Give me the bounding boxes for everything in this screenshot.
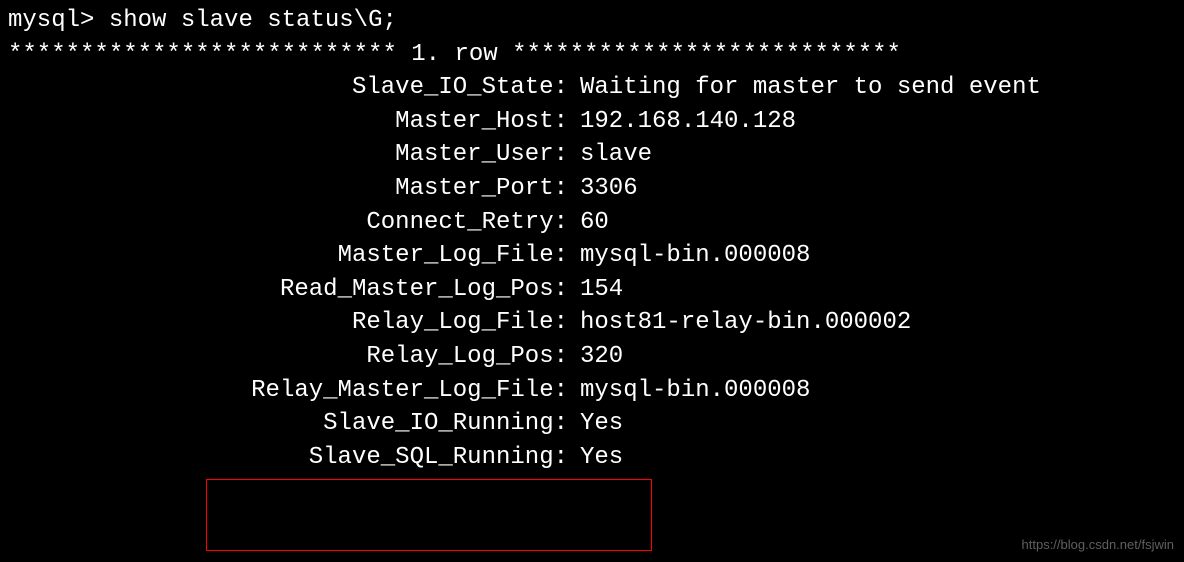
- field-value-slave-io-state: Waiting for master to send event: [568, 71, 1041, 105]
- field-row: Slave_IO_Running: Yes: [8, 407, 1184, 441]
- field-label-connect-retry: Connect_Retry:: [8, 206, 568, 240]
- field-value-master-port: 3306: [568, 172, 638, 206]
- field-value-master-user: slave: [568, 138, 652, 172]
- field-row: Relay_Master_Log_File: mysql-bin.000008: [8, 374, 1184, 408]
- field-value-relay-master-log-file: mysql-bin.000008: [568, 374, 810, 408]
- field-row: Relay_Log_Pos: 320: [8, 340, 1184, 374]
- field-value-master-host: 192.168.140.128: [568, 105, 796, 139]
- field-row: Relay_Log_File: host81-relay-bin.000002: [8, 306, 1184, 340]
- field-value-read-master-log-pos: 154: [568, 273, 623, 307]
- field-row: Read_Master_Log_Pos: 154: [8, 273, 1184, 307]
- field-row: Master_Log_File: mysql-bin.000008: [8, 239, 1184, 273]
- field-label-slave-sql-running: Slave_SQL_Running:: [8, 441, 568, 475]
- field-row: Slave_SQL_Running: Yes: [8, 441, 1184, 475]
- field-row: Master_Port: 3306: [8, 172, 1184, 206]
- field-value-relay-log-pos: 320: [568, 340, 623, 374]
- highlight-rectangle: [206, 479, 652, 551]
- row-number: 1. row: [411, 41, 497, 68]
- row-separator: *************************** 1. row *****…: [8, 38, 1184, 72]
- field-label-master-host: Master_Host:: [8, 105, 568, 139]
- command-text: show slave status\G;: [109, 7, 397, 34]
- prompt-text: mysql>: [8, 7, 109, 34]
- field-label-master-user: Master_User:: [8, 138, 568, 172]
- field-row: Slave_IO_State: Waiting for master to se…: [8, 71, 1184, 105]
- field-value-connect-retry: 60: [568, 206, 609, 240]
- field-label-relay-log-pos: Relay_Log_Pos:: [8, 340, 568, 374]
- field-value-slave-sql-running: Yes: [568, 441, 623, 475]
- field-value-slave-io-running: Yes: [568, 407, 623, 441]
- row-stars-right: ***************************: [498, 41, 901, 68]
- field-row: Master_User: slave: [8, 138, 1184, 172]
- field-label-relay-log-file: Relay_Log_File:: [8, 306, 568, 340]
- command-line: mysql> show slave status\G;: [8, 4, 1184, 38]
- field-label-relay-master-log-file: Relay_Master_Log_File:: [8, 374, 568, 408]
- field-row: Connect_Retry: 60: [8, 206, 1184, 240]
- row-stars-left: ***************************: [8, 41, 411, 68]
- field-label-master-port: Master_Port:: [8, 172, 568, 206]
- field-row: Master_Host: 192.168.140.128: [8, 105, 1184, 139]
- field-label-read-master-log-pos: Read_Master_Log_Pos:: [8, 273, 568, 307]
- field-label-master-log-file: Master_Log_File:: [8, 239, 568, 273]
- field-label-slave-io-state: Slave_IO_State:: [8, 71, 568, 105]
- field-value-master-log-file: mysql-bin.000008: [568, 239, 810, 273]
- watermark-text: https://blog.csdn.net/fsjwin: [1022, 536, 1174, 554]
- field-value-relay-log-file: host81-relay-bin.000002: [568, 306, 911, 340]
- field-label-slave-io-running: Slave_IO_Running:: [8, 407, 568, 441]
